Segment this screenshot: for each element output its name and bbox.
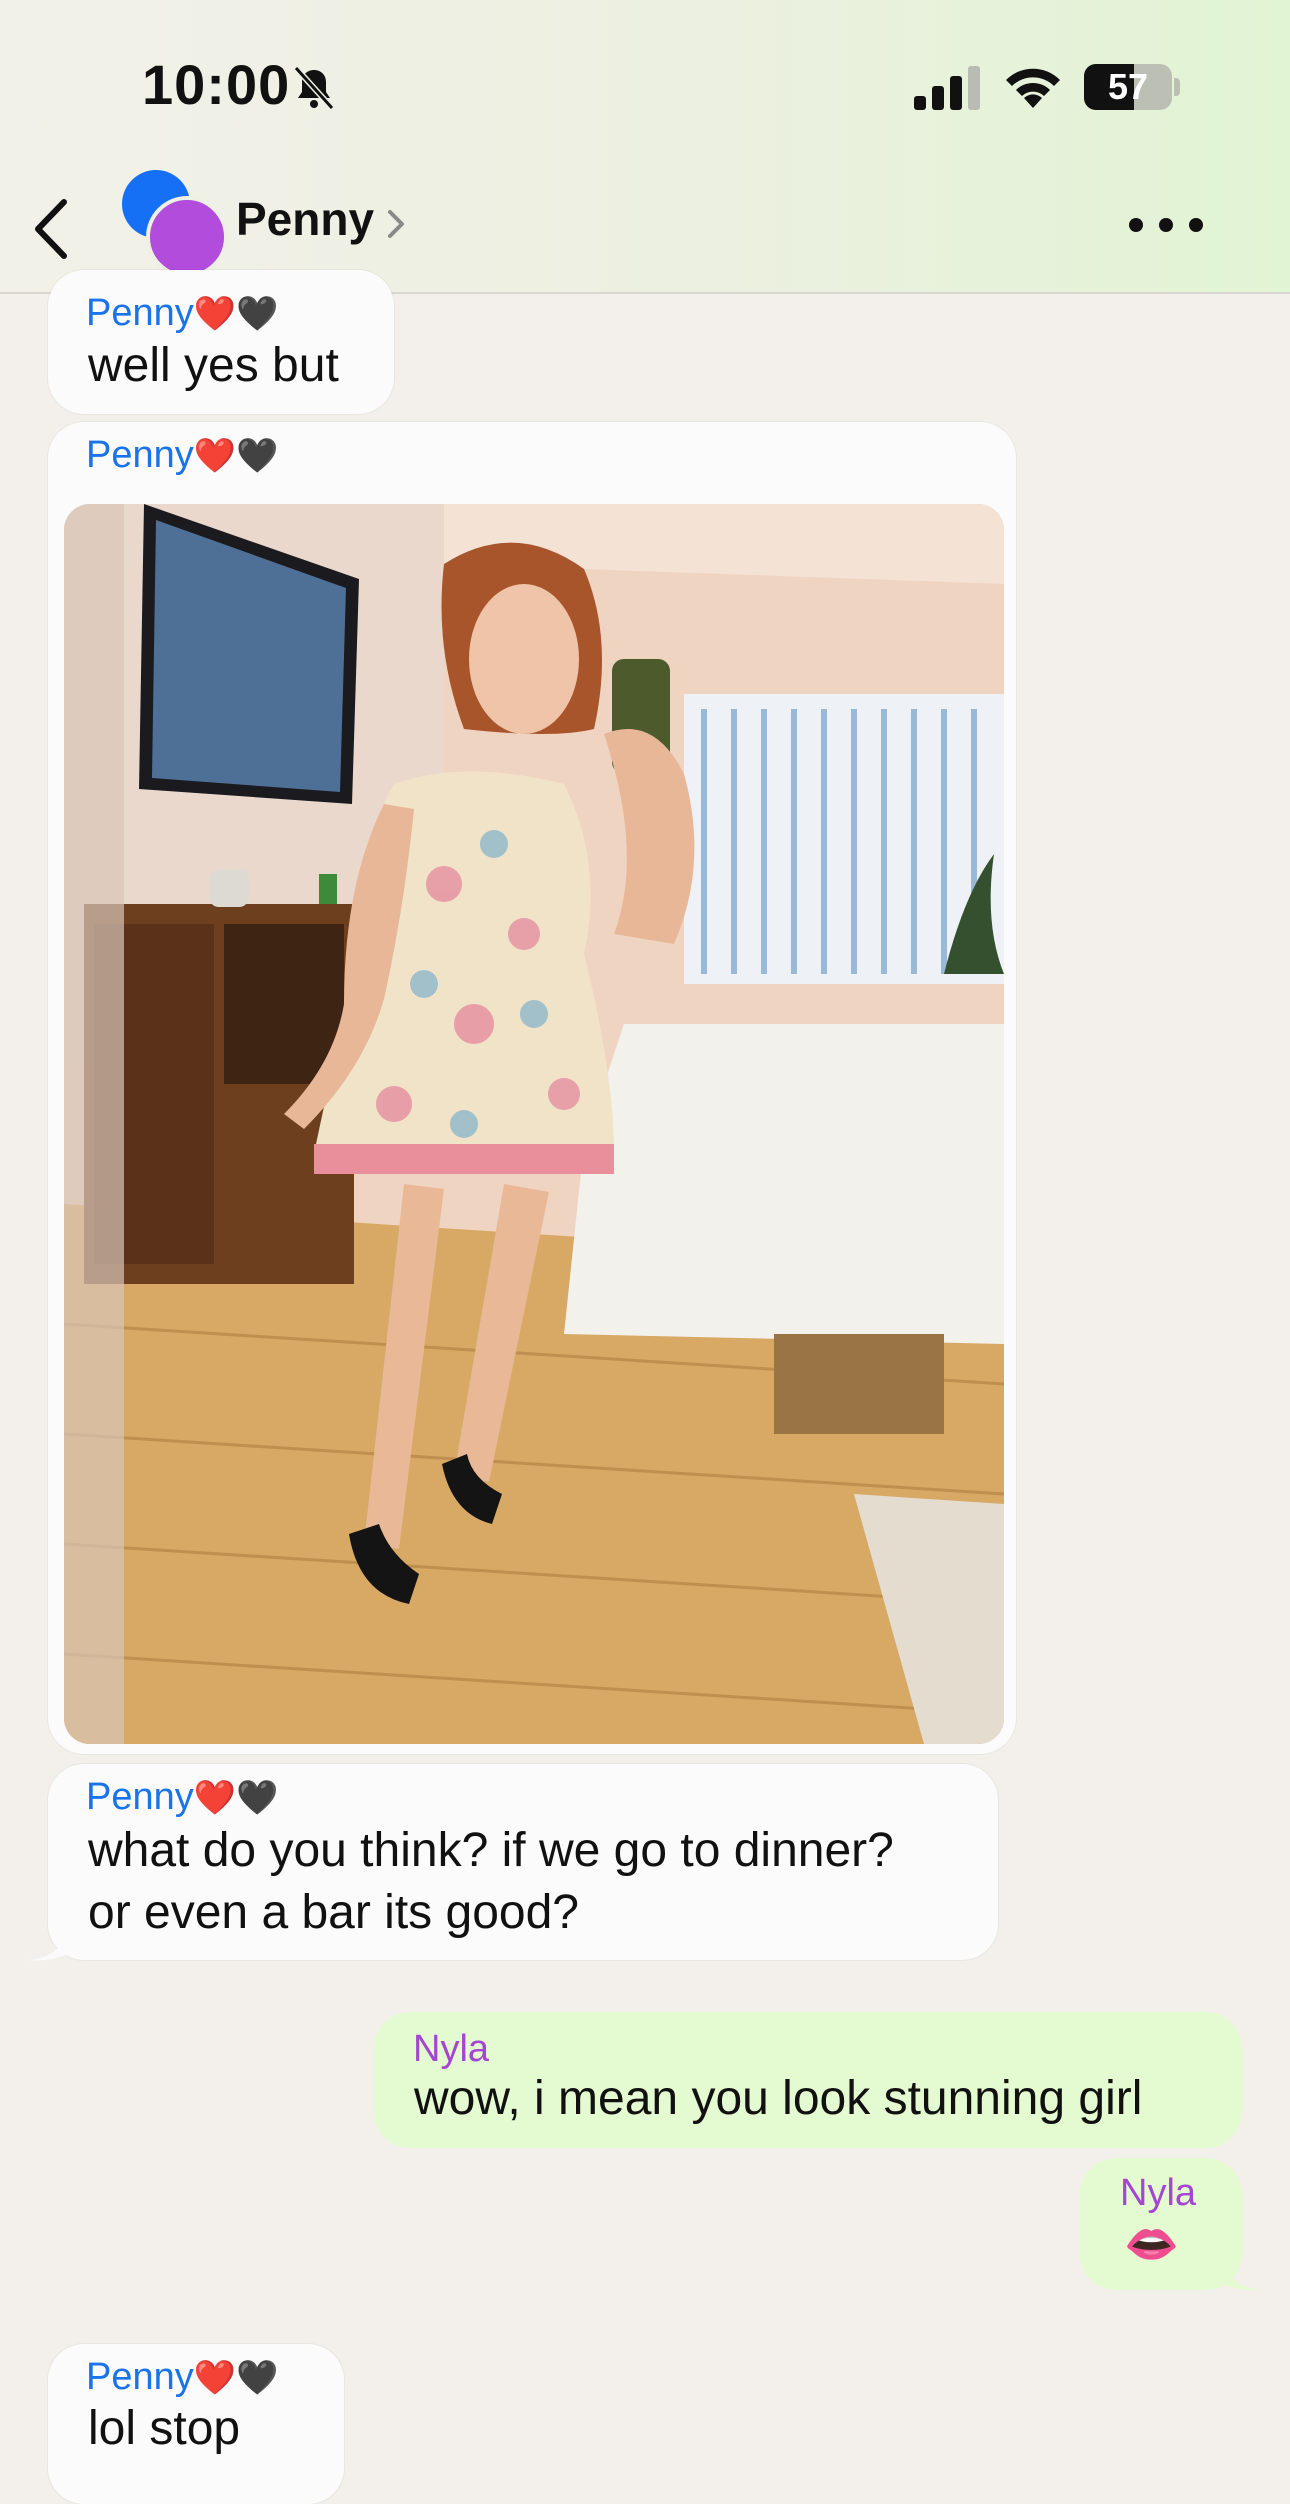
chevron-right-icon[interactable] (386, 206, 408, 242)
more-icon[interactable] (1126, 210, 1206, 240)
contact-name[interactable]: Penny (236, 192, 374, 246)
hearts-emoji: ❤️🖤 (193, 1778, 279, 1818)
shared-photo[interactable] (64, 504, 1004, 1744)
battery-level: 57 (1107, 66, 1149, 107)
bell-slash-icon (293, 65, 335, 111)
message-text-line: or even a bar its good? (88, 1886, 579, 1939)
bubble-tail (1222, 2262, 1262, 2291)
message-text: well yes but (88, 339, 339, 392)
bubble-tail (28, 1932, 68, 1961)
battery-nub (1174, 78, 1180, 96)
hearts-emoji: ❤️🖤 (193, 294, 279, 334)
avatar-purple-circle (146, 196, 228, 278)
chat-header: 10:00 57 Penny (0, 0, 1290, 294)
sender-name: Penny❤️🖤 (86, 1776, 278, 1819)
sender-name: Penny❤️🖤 (86, 2356, 278, 2399)
message-text-line: what do you think? if we go to dinner? (88, 1824, 894, 1877)
hearts-emoji: ❤️🖤 (193, 436, 279, 476)
status-time: 10:00 (142, 53, 291, 116)
avatar[interactable] (120, 170, 230, 278)
sender-name: Penny❤️🖤 (86, 434, 278, 477)
wifi-icon (1006, 68, 1060, 108)
message-text: wow, i mean you look stunning girl (414, 2072, 1143, 2125)
signal-icon (914, 66, 980, 110)
sender-label: Penny (86, 434, 194, 476)
back-chevron-icon[interactable] (28, 196, 76, 262)
battery-icon: 57 (1084, 64, 1172, 110)
sender-name: Nyla (1120, 2172, 1197, 2214)
message-text: lol stop (88, 2402, 241, 2455)
sender-name: Nyla (413, 2028, 490, 2070)
hearts-emoji: ❤️🖤 (193, 2358, 279, 2398)
sender-label: Penny (86, 2356, 194, 2398)
sender-label: Penny (86, 292, 194, 334)
lips-emoji: 👄 (1124, 2219, 1179, 2270)
sender-label: Penny (86, 1776, 194, 1818)
sender-name: Penny❤️🖤 (86, 292, 278, 335)
photo-illustration (64, 504, 1004, 1744)
